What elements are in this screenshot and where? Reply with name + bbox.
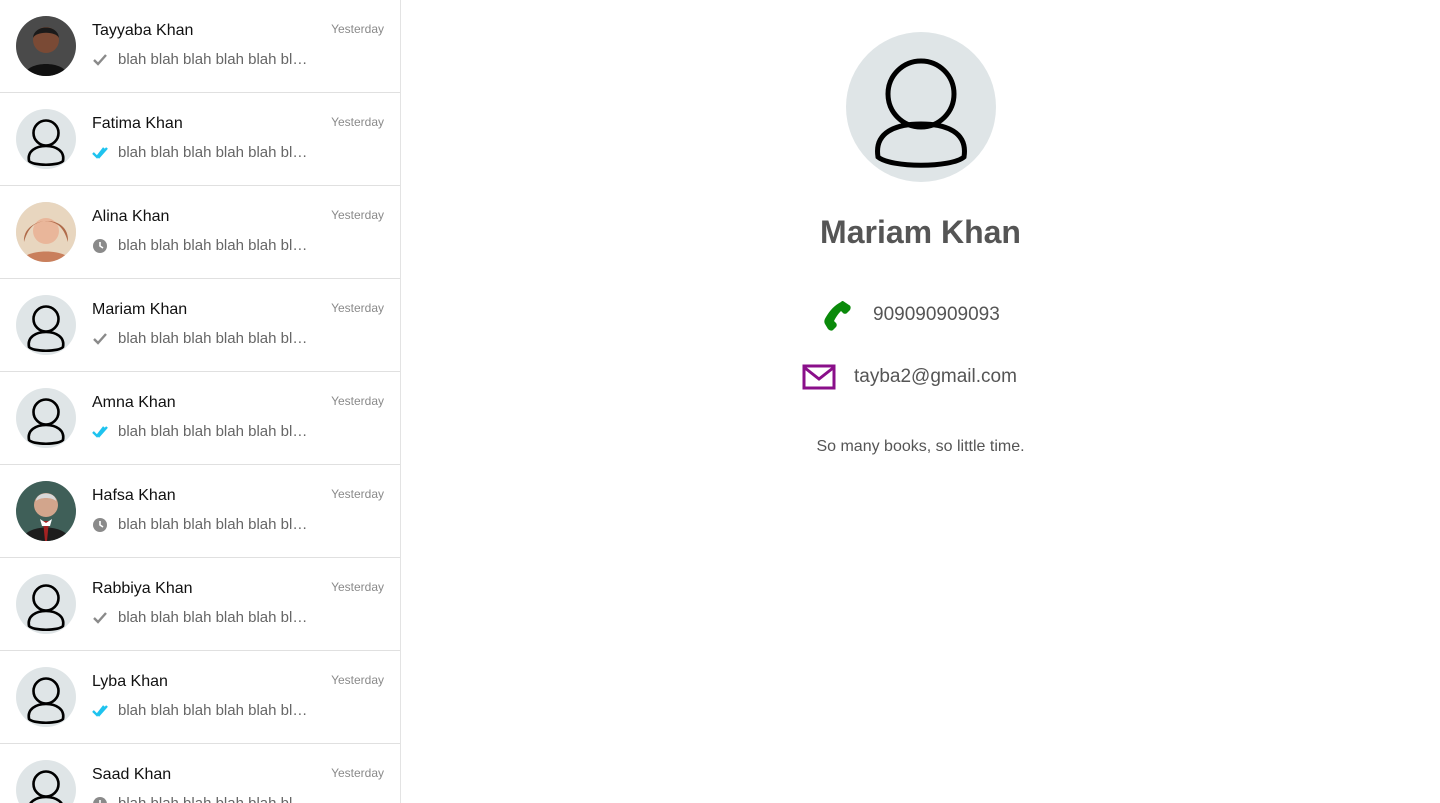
envelope-icon [802, 364, 836, 390]
contact-time: Yesterday [331, 487, 384, 501]
contact-name: Lyba Khan [92, 673, 168, 690]
message-status-icon [92, 238, 108, 254]
single-check-icon [93, 333, 107, 345]
user-icon [875, 58, 967, 168]
profile-name: Mariam Khan [820, 214, 1021, 250]
phone-icon [821, 299, 853, 331]
single-check-icon [93, 54, 107, 66]
avatar [16, 109, 76, 169]
profile-status: So many books, so little time. [816, 438, 1025, 455]
contact-item[interactable]: Fatima Khan Yesterday blah blah blah blah … [0, 93, 400, 186]
contact-list: Tayyaba Khan Yesterday blah blah blah blah… [0, 0, 401, 803]
avatar [16, 388, 76, 448]
double-check-icon [92, 147, 108, 159]
contact-item[interactable]: Saad Khan Yesterday blah blah blah blah bl… [0, 744, 400, 803]
contact-name: Hafsa Khan [92, 487, 176, 504]
clock-icon [93, 239, 107, 253]
contact-item[interactable]: Lyba Khan Yesterday blah blah blah blah bl… [0, 651, 400, 744]
message-preview: blah blah blah blah blah blah blah [118, 144, 314, 161]
contact-name: Mariam Khan [92, 301, 188, 318]
contact-time: Yesterday [331, 208, 384, 222]
user-icon [27, 398, 65, 446]
contact-name: Alina Khan [92, 208, 170, 225]
contact-name: Saad Khan [92, 766, 172, 783]
contact-item[interactable]: Mariam Khan Yesterday blah blah blah blah … [0, 279, 400, 372]
contact-time: Yesterday [331, 22, 384, 36]
avatar [16, 574, 76, 634]
contact-name: Tayyaba Khan [92, 22, 194, 39]
avatar [16, 295, 76, 355]
single-check-icon [93, 612, 107, 624]
contact-item[interactable]: Hafsa Khan Yesterday blah blah blah blah b… [0, 465, 400, 558]
double-check-icon [92, 705, 108, 717]
contact-item[interactable]: Alina Khan Yesterday blah blah blah blah b… [0, 186, 400, 279]
contact-time: Yesterday [331, 766, 384, 780]
message-preview: blah blah blah blah blah blah blah [118, 702, 314, 719]
message-preview: blah blah blah blah blah blah blah [118, 330, 314, 347]
message-status-icon [92, 796, 108, 803]
profile-avatar [846, 32, 996, 182]
clock-icon [93, 797, 107, 803]
contact-name: Rabbiya Khan [92, 580, 193, 597]
contact-time: Yesterday [331, 394, 384, 408]
message-status-icon [92, 145, 108, 161]
user-icon [29, 770, 63, 803]
contact-time: Yesterday [331, 115, 384, 129]
contact-time: Yesterday [331, 580, 384, 594]
avatar [16, 481, 76, 541]
avatar [16, 760, 76, 803]
double-check-icon [92, 426, 108, 438]
message-status-icon [92, 52, 108, 68]
avatar [16, 667, 76, 727]
avatar [16, 202, 76, 262]
avatar [16, 16, 76, 76]
contact-item[interactable]: Tayyaba Khan Yesterday blah blah blah blah… [0, 0, 400, 93]
contact-name: Fatima Khan [92, 115, 183, 132]
avatar-photo [16, 481, 76, 541]
message-preview: blah blah blah blah blah blah blah [118, 795, 314, 803]
avatar-photo [16, 202, 76, 262]
message-status-icon [92, 517, 108, 533]
message-status-icon [92, 424, 108, 440]
message-preview: blah blah blah blah blah blah blah [118, 237, 314, 254]
message-preview: blah blah blah blah blah blah blah [118, 609, 314, 626]
email-row: tayba2@gmail.com [802, 359, 1017, 395]
message-status-icon [92, 331, 108, 347]
clock-icon [93, 518, 107, 532]
user-icon [27, 119, 65, 167]
phone-row: 909090909093 [821, 297, 1000, 333]
message-preview: blah blah blah blah blah blah blah [118, 51, 314, 68]
contact-time: Yesterday [331, 673, 384, 687]
message-preview: blah blah blah blah blah blah blah [118, 423, 314, 440]
message-status-icon [92, 703, 108, 719]
avatar-photo [16, 16, 76, 76]
contact-item[interactable]: Rabbiya Khan Yesterday blah blah blah blah… [0, 558, 400, 651]
message-preview: blah blah blah blah blah blah blah [118, 516, 314, 533]
user-icon [27, 677, 65, 725]
message-status-icon [92, 610, 108, 626]
email-address[interactable]: tayba2@gmail.com [854, 366, 1017, 388]
user-icon [27, 305, 65, 353]
user-icon [27, 584, 65, 632]
contact-name: Amna Khan [92, 394, 176, 411]
phone-number[interactable]: 909090909093 [873, 304, 1000, 326]
contact-time: Yesterday [331, 301, 384, 315]
contact-item[interactable]: Amna Khan Yesterday blah blah blah blah bl… [0, 372, 400, 465]
profile-panel: Mariam Khan 909090909093 tayba2@gmail.co… [401, 0, 1440, 803]
